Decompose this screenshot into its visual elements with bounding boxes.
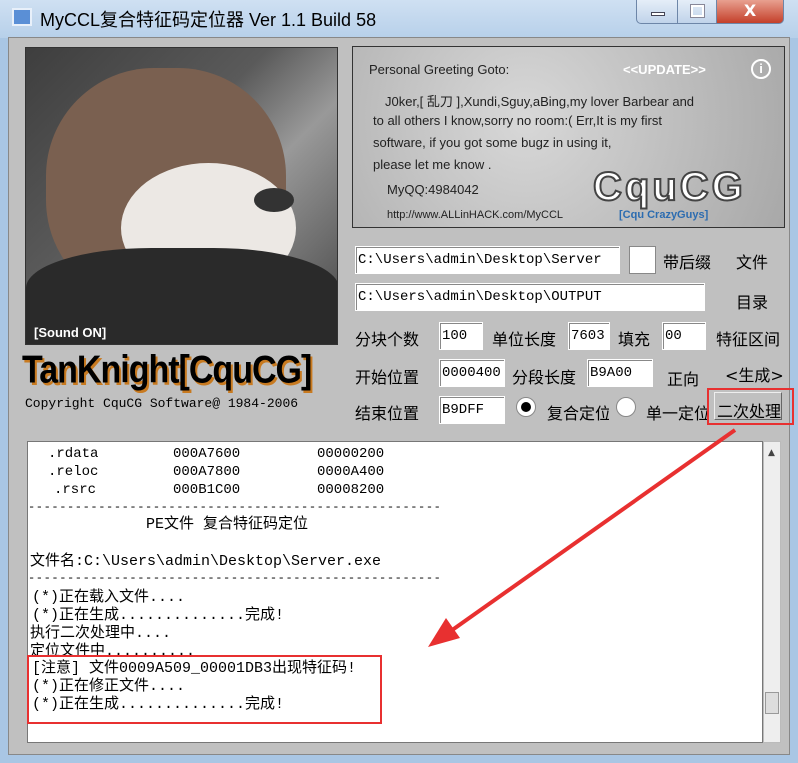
arrow-shaft	[446, 428, 737, 635]
annotation-arrow	[428, 428, 737, 647]
arrow-head-icon	[428, 618, 460, 647]
